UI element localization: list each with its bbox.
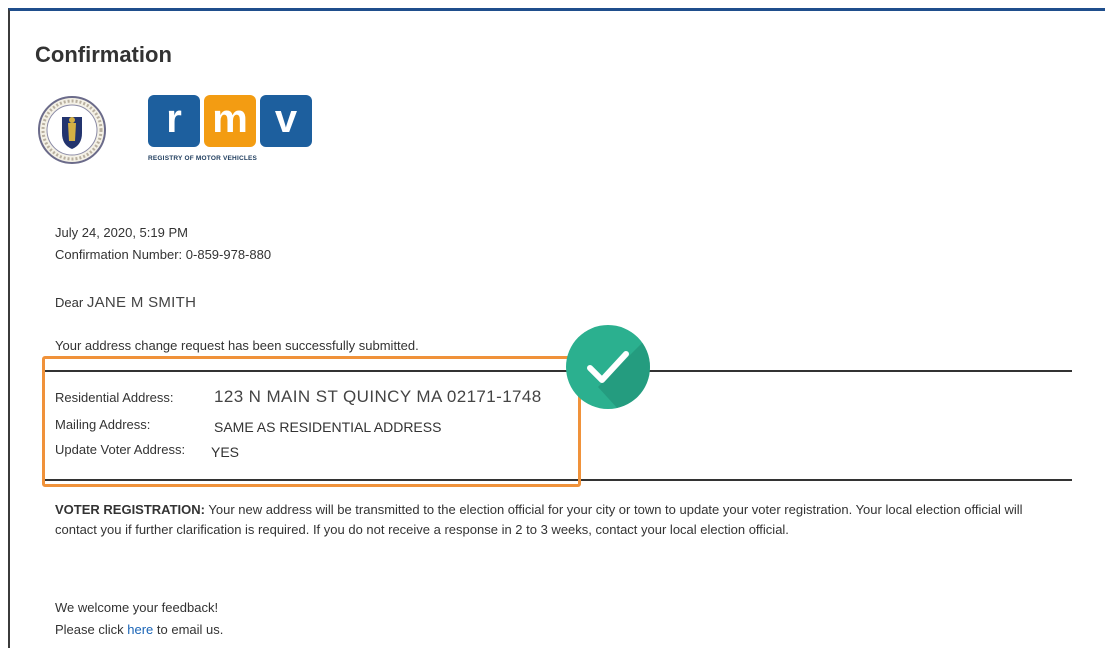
status-message: Your address change request has been suc… xyxy=(55,338,419,353)
update-voter-label: Update Voter Address: xyxy=(55,442,186,457)
voter-registration-heading: VOTER REGISTRATION: xyxy=(55,502,205,517)
greeting: Dear JANE M SMITH xyxy=(55,294,196,311)
greeting-name: JANE M SMITH xyxy=(86,294,197,311)
feedback-suffix: to email us. xyxy=(156,622,224,637)
state-seal-icon xyxy=(38,96,106,164)
greeting-salutation: Dear xyxy=(55,295,84,310)
feedback-line: Please click here to email us. xyxy=(55,622,223,637)
voter-registration-notice: VOTER REGISTRATION: Your new address wil… xyxy=(55,500,1065,540)
rmv-logo-v: v xyxy=(260,95,312,147)
confirmation-label: Confirmation Number: xyxy=(55,247,183,262)
feedback-heading: We welcome your feedback! xyxy=(55,600,219,615)
rmv-logo-m: m xyxy=(204,95,256,147)
confirmation-value: 0-859-978-880 xyxy=(185,247,272,262)
confirmation-number: Confirmation Number: 0-859-978-880 xyxy=(55,247,271,262)
page-title: Confirmation xyxy=(35,42,172,67)
submission-datetime: July 24, 2020, 5:19 PM xyxy=(55,225,188,240)
feedback-prefix: Please click xyxy=(55,622,124,637)
update-voter-value: YES xyxy=(211,444,240,460)
mailing-address-value: SAME AS RESIDENTIAL ADDRESS xyxy=(214,419,442,435)
residential-address-value: 123 N MAIN ST QUINCY MA 02171-1748 xyxy=(214,387,542,406)
email-us-link[interactable]: here xyxy=(127,622,153,637)
residential-address-label: Residential Address: xyxy=(55,390,174,405)
rmv-logo-r: r xyxy=(148,95,200,147)
rmv-tagline: REGISTRY OF MOTOR VEHICLES xyxy=(148,155,258,162)
mailing-address-label: Mailing Address: xyxy=(55,417,151,432)
checkmark-icon xyxy=(566,325,650,409)
